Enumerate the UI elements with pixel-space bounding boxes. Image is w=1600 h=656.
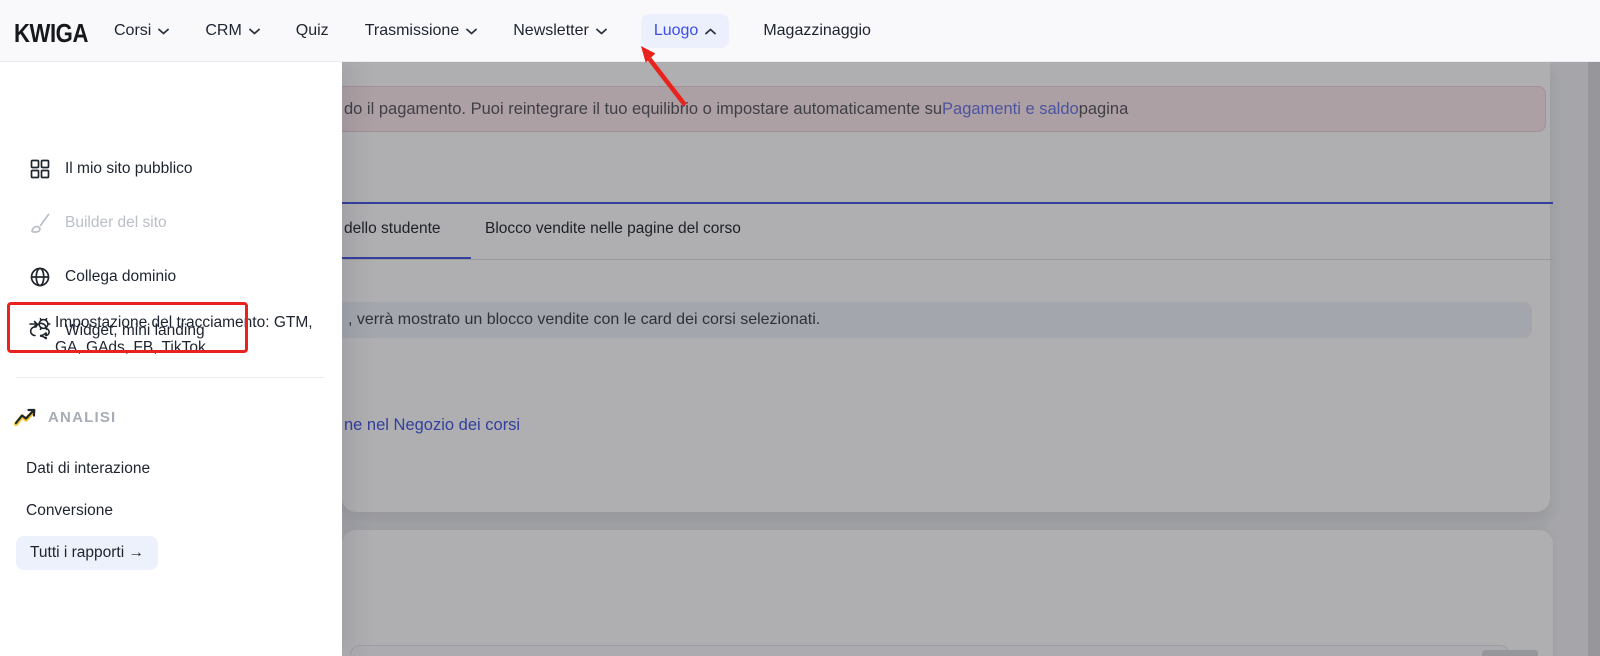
menu-item-conversion[interactable]: Conversione: [26, 502, 113, 520]
panel-divider: [16, 377, 324, 378]
menu-label: Impostazione del tracciamento: GTM, GA, …: [55, 314, 313, 356]
brush-icon: [31, 213, 50, 233]
nav-label: Quiz: [295, 22, 329, 39]
nav-label: Trasmissione: [364, 22, 460, 39]
globe-icon: [30, 267, 50, 287]
luogo-dropdown-panel: Il mio sito pubblico Builder del sito Co…: [0, 62, 342, 656]
top-navbar: KWIGA Corsi CRM Quiz Trasmissione Newsle…: [0, 0, 1600, 62]
nav-label: Corsi: [114, 22, 152, 39]
menu-item-site-builder: Builder del sito: [0, 209, 342, 237]
trend-icon: [14, 408, 37, 427]
scrollbar-track[interactable]: [1588, 62, 1600, 656]
menu-item-tracking-settings[interactable]: Impostazione del tracciamento: GTM, GA, …: [29, 310, 317, 360]
nav-item-newsletter[interactable]: Newsletter: [511, 14, 609, 48]
chevron-down-icon: [248, 28, 260, 34]
menu-item-connect-domain[interactable]: Collega dominio: [0, 263, 342, 291]
nav-item-quiz[interactable]: Quiz: [294, 14, 331, 48]
menu-label: Il mio sito pubblico: [65, 160, 193, 177]
menu-item-interaction-data[interactable]: Dati di interazione: [26, 460, 150, 478]
chevron-down-icon: [466, 28, 478, 34]
chevron-down-icon: [595, 28, 607, 34]
main-nav: Corsi CRM Quiz Trasmissione Newsletter L…: [112, 0, 873, 62]
nav-label: Luogo: [653, 22, 699, 39]
menu-label: Builder del sito: [65, 214, 167, 231]
analysis-section-label: ANALISI: [48, 408, 117, 426]
nav-item-crm[interactable]: CRM: [203, 14, 261, 48]
analysis-section-header: ANALISI: [14, 407, 116, 427]
nav-item-corsi[interactable]: Corsi: [112, 14, 171, 48]
nav-item-luogo[interactable]: Luogo: [640, 14, 730, 48]
nav-item-magazzinaggio[interactable]: Magazzinaggio: [761, 14, 873, 48]
nav-item-trasmissione[interactable]: Trasmissione: [363, 14, 480, 48]
menu-item-public-site[interactable]: Il mio sito pubblico: [0, 155, 342, 183]
nav-label: Newsletter: [513, 22, 589, 39]
grid-icon: [30, 159, 50, 179]
all-reports-button[interactable]: Tutti i rapporti →: [16, 536, 158, 570]
modal-dim-overlay[interactable]: [342, 62, 1600, 656]
nav-label: Magazzinaggio: [763, 22, 871, 39]
tracking-icon: [29, 317, 51, 331]
menu-label: Collega dominio: [65, 268, 177, 285]
chevron-down-icon: [158, 28, 170, 34]
chevron-up-icon: [705, 28, 717, 34]
kwiga-logo[interactable]: KWIGA: [14, 18, 88, 49]
nav-label: CRM: [205, 22, 242, 39]
